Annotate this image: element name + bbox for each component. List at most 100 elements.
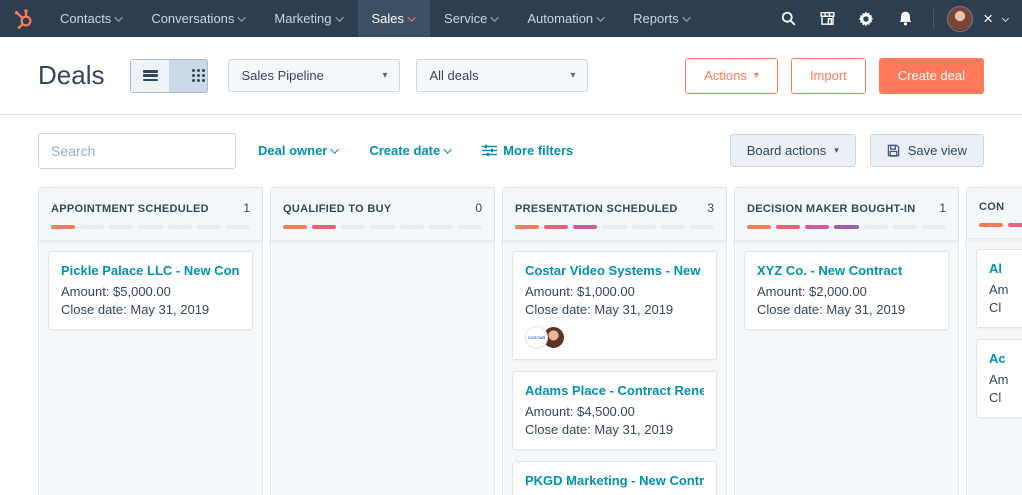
pipeline-select[interactable]: Sales Pipeline ▾ [228,59,400,92]
column-qualified-to-buy: QUALIFIED TO BUY 0 [270,187,495,495]
nav-item-automation[interactable]: Automation [513,0,619,37]
deal-amount: Am [989,281,1022,299]
stage-progress-segment [661,225,685,229]
list-view-button[interactable] [131,60,169,92]
nav-item-reports[interactable]: Reports [619,0,705,37]
column-header: APPOINTMENT SCHEDULED 1 [39,188,262,241]
nav-item-label: Contacts [60,11,111,26]
nav-item-marketing[interactable]: Marketing [260,0,357,37]
stage-progress-segment [1008,223,1022,227]
stage-progress-segment [51,225,75,229]
deal-amount: Amount: $1,000.00 [525,283,704,301]
stage-progress-bar [979,223,1022,227]
chevron-down-icon [596,13,604,21]
nav-item-sales[interactable]: Sales [358,0,431,37]
stage-progress-bar [515,225,714,229]
card-list: Costar Video Systems - New Deal Amount: … [503,241,726,495]
chevron-down-icon [115,13,123,21]
board-view-button[interactable] [169,60,207,92]
deal-card[interactable]: PKGD Marketing - New Contract Amount: $1… [512,461,717,495]
deal-title-link[interactable]: Ac [989,350,1022,367]
stage-progress-segment [283,225,307,229]
caret-down-icon: ▾ [834,145,839,156]
stage-progress-segment [515,225,539,229]
nav-item-label: Sales [372,11,405,26]
settings-gear-icon[interactable] [851,4,881,34]
deal-close-date: Cl [989,299,1022,317]
caret-down-icon: ▾ [382,70,387,81]
marketplace-icon[interactable] [812,4,842,34]
board-actions-button[interactable]: Board actions ▾ [730,134,856,167]
deal-title-link[interactable]: Al [989,260,1022,277]
deal-card[interactable]: Pickle Palace LLC - New Contract Amount:… [48,251,253,330]
filter-bar: Deal owner Create date More filters Boar… [0,115,1022,186]
chevron-down-icon [682,13,690,21]
column-header: DECISION MAKER BOUGHT-IN 1 [735,188,958,241]
deals-filter-select[interactable]: All deals ▾ [416,59,588,92]
create-date-label: Create date [369,143,440,158]
deal-title-link[interactable]: Pickle Palace LLC - New Contract [61,262,240,279]
create-deal-button[interactable]: Create deal [879,58,984,94]
stage-progress-segment [458,225,482,229]
deal-card[interactable]: XYZ Co. - New Contract Amount: $2,000.00… [744,251,949,330]
chevron-down-icon [407,13,415,21]
notifications-bell-icon[interactable] [890,4,920,34]
column-appointment-scheduled: APPOINTMENT SCHEDULED 1 Pickle Palace LL… [38,187,263,495]
stage-progress-segment [776,225,800,229]
nav-item-label: Automation [527,11,593,26]
stage-progress-segment [544,225,568,229]
pipeline-select-value: Sales Pipeline [241,68,323,83]
create-date-filter[interactable]: Create date [369,143,452,158]
stage-progress-segment [979,223,1003,227]
nav-item-conversations[interactable]: Conversations [137,0,260,37]
stage-progress-segment [138,225,162,229]
close-icon[interactable]: × [982,10,994,27]
card-list: XYZ Co. - New Contract Amount: $2,000.00… [735,241,958,340]
nav-item-label: Service [444,11,487,26]
deal-owner-label: Deal owner [258,143,327,158]
deal-card[interactable]: Ac Am Cl [976,339,1022,418]
stage-progress-bar [283,225,482,229]
deal-amount: Amount: $2,000.00 [757,283,936,301]
column-title: DECISION MAKER BOUGHT-IN [747,203,916,215]
chevron-down-icon [238,13,246,21]
chevron-down-icon [335,13,343,21]
search-icon[interactable] [773,4,803,34]
chevron-down-icon[interactable] [1002,15,1009,22]
chevron-down-icon [444,145,452,153]
stage-progress-bar [51,225,250,229]
user-avatar[interactable] [947,6,973,32]
deal-card[interactable]: Costar Video Systems - New Deal Amount: … [512,251,717,360]
deal-title-link[interactable]: XYZ Co. - New Contract [757,262,936,279]
save-view-button[interactable]: Save view [870,134,984,167]
board-actions-label: Board actions [747,143,827,158]
stage-progress-segment [109,225,133,229]
nav-item-contacts[interactable]: Contacts [46,0,137,37]
chevron-down-icon [491,13,499,21]
nav-item-label: Conversations [151,11,234,26]
column-count: 1 [939,201,946,215]
deal-card[interactable]: Al Am Cl [976,249,1022,328]
nav-right-tools: × [773,0,1022,37]
deal-title-link[interactable]: Costar Video Systems - New Deal [525,262,704,279]
deal-owner-filter[interactable]: Deal owner [258,143,339,158]
deal-title-link[interactable]: Adams Place - Contract Renewal [525,382,704,399]
company-logo-avatar[interactable]: COSTAR [525,326,548,349]
deal-title-link[interactable]: PKGD Marketing - New Contract [525,472,704,489]
nav-item-service[interactable]: Service [430,0,513,37]
save-floppy-icon [887,144,900,157]
actions-button[interactable]: Actions ▾ [685,58,778,94]
search-input[interactable] [51,143,232,159]
deal-close-date: Close date: May 31, 2019 [525,421,704,439]
stage-progress-segment [429,225,453,229]
column-count: 3 [707,201,714,215]
top-navbar: Contacts Conversations Marketing Sales S… [0,0,1022,37]
import-button[interactable]: Import [791,58,866,94]
column-title: CON [979,201,1004,213]
hubspot-logo-icon[interactable] [0,0,46,37]
stage-progress-segment [400,225,424,229]
deal-close-date: Cl [989,389,1022,407]
stage-progress-segment [893,225,917,229]
deal-card[interactable]: Adams Place - Contract Renewal Amount: $… [512,371,717,450]
more-filters-button[interactable]: More filters [482,143,573,158]
